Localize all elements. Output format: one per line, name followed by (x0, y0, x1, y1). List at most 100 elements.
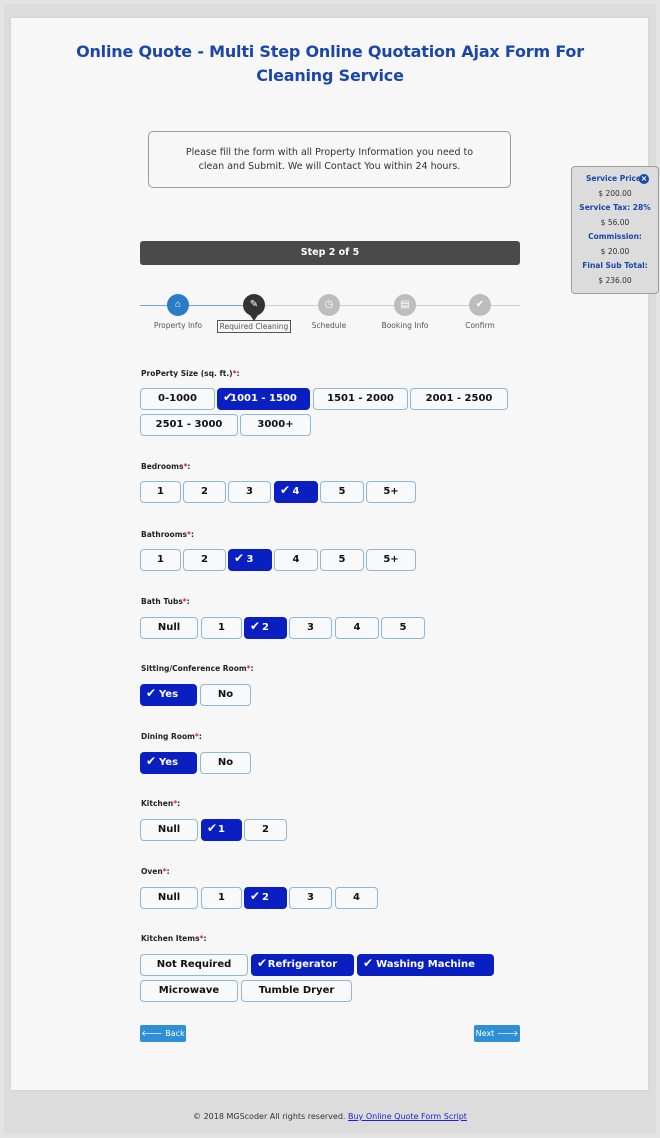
bedrooms-option[interactable]: 2 (183, 481, 226, 503)
option-label: 0-1000 (158, 393, 197, 404)
step-booking-info[interactable]: ▤ Booking Info (365, 294, 445, 330)
property-size-option[interactable]: ✔ 1001 - 1500 (217, 388, 310, 410)
kitchen-option[interactable]: 2 (244, 819, 287, 841)
option-label: No (217, 757, 234, 768)
footer: © 2018 MGScoder All rights reserved. Buy… (0, 1112, 660, 1121)
step-required-cleaning[interactable]: ✎ Required Cleaning (214, 294, 294, 334)
bathrooms-option[interactable]: ✔ 3 (228, 549, 272, 571)
bath-tubs-option[interactable]: 4 (335, 617, 379, 639)
bathrooms-option[interactable]: 4 (274, 549, 318, 571)
notice-text: Please fill the form with all Property I… (185, 146, 474, 172)
checkmark-icon: ✔ (363, 956, 374, 970)
label-text: Kitchen (141, 799, 174, 808)
label-colon: : (203, 934, 207, 943)
bath-tubs-option[interactable]: 1 (201, 617, 242, 639)
property-size-option[interactable]: 2001 - 2500 (410, 388, 508, 410)
option-label: Null (157, 622, 181, 633)
oven-option[interactable]: 3 (289, 887, 332, 909)
buy-script-link[interactable]: Buy Online Quote Form Script (348, 1112, 467, 1121)
bedrooms-option[interactable]: 5+ (366, 481, 416, 503)
label-colon: : (166, 867, 170, 876)
sitting-room-option[interactable]: No (200, 684, 251, 706)
option-label: 4 (353, 892, 360, 903)
bedrooms-option[interactable]: 5 (320, 481, 364, 503)
bath-tubs-label: Bath Tubs*: (141, 597, 190, 606)
step-confirm[interactable]: ✔ Confirm (440, 294, 520, 330)
id-card-icon: ▤ (394, 294, 416, 316)
label-text: Bathrooms (141, 530, 187, 539)
bath-tubs-option[interactable]: ✔ 2 (244, 617, 287, 639)
kitchen-items-option[interactable]: Tumble Dryer (241, 980, 352, 1002)
kitchen-items-option[interactable]: Not Required (140, 954, 248, 976)
dining-room-option[interactable]: No (200, 752, 251, 774)
option-label: 1001 - 1500 (230, 393, 297, 404)
copyright-text: © 2018 MGScoder All rights reserved. (193, 1112, 346, 1121)
close-circle-icon[interactable]: × (639, 174, 649, 184)
page-title: Online Quote - Multi Step Online Quotati… (76, 42, 584, 85)
bathrooms-option[interactable]: 2 (183, 549, 226, 571)
oven-option[interactable]: 1 (201, 887, 242, 909)
property-size-option[interactable]: 2501 - 3000 (140, 414, 238, 436)
bathrooms-option[interactable]: 5 (320, 549, 364, 571)
option-label: Not Required (156, 959, 232, 970)
option-label: 2 (262, 824, 269, 835)
step-progress: ⌂ Property Info ✎ Required Cleaning ◷ Sc… (140, 288, 520, 338)
dining-room-option[interactable]: ✔ Yes (140, 752, 197, 774)
bedrooms-option[interactable]: 3 (228, 481, 271, 503)
option-label: Microwave (158, 985, 220, 996)
step-label: Booking Info (381, 321, 429, 330)
option-label: 2 (201, 554, 208, 565)
checkmark-icon: ✔ (223, 390, 234, 404)
bathrooms-option[interactable]: 1 (140, 549, 181, 571)
next-button[interactable]: Next 🡒 (474, 1025, 520, 1042)
kitchen-option[interactable]: Null (140, 819, 198, 841)
property-size-label: ProPerty Size (sq. ft.)*: (141, 369, 240, 378)
option-label: 1 (218, 892, 225, 903)
kitchen-option[interactable]: ✔ 1 (201, 819, 242, 841)
kitchen-items-option[interactable]: ✔ Washing Machine (357, 954, 494, 976)
bath-tubs-option[interactable]: 3 (289, 617, 332, 639)
bedrooms-option[interactable]: ✔ 4 (274, 481, 318, 503)
oven-option[interactable]: 4 (335, 887, 378, 909)
checkmark-icon: ✔ (250, 889, 261, 903)
label-colon: : (190, 530, 194, 539)
brush-icon: ✎ (243, 294, 265, 321)
option-label: Null (157, 892, 181, 903)
checkmark-icon: ✔ (207, 821, 218, 835)
step-property-info[interactable]: ⌂ Property Info (138, 294, 218, 330)
property-size-option[interactable]: 0-1000 (140, 388, 215, 410)
bathrooms-option[interactable]: 5+ (366, 549, 416, 571)
label-text: Oven (141, 867, 163, 876)
bath-tubs-option[interactable]: 5 (381, 617, 425, 639)
sitting-room-label: Sitting/Conference Room*: (141, 664, 254, 673)
kitchen-items-option[interactable]: ✔ Refrigerator (251, 954, 354, 976)
option-label: 1 (218, 622, 225, 633)
checkmark-icon: ✔ (257, 956, 268, 970)
step-indicator-bar: Step 2 of 5 (140, 241, 520, 265)
option-label: 1 (157, 486, 164, 497)
dining-room-label: Dining Room*: (141, 732, 202, 741)
back-button[interactable]: 🡐 Back (140, 1025, 186, 1042)
step-label: Property Info (153, 321, 203, 330)
final-subtotal-value: $ 236.00 (598, 275, 632, 285)
price-summary-panel: × Service Price: $ 200.00 Service Tax: 2… (571, 166, 659, 294)
bath-tubs-option[interactable]: Null (140, 617, 198, 639)
option-label: 5 (338, 486, 346, 497)
label-text: Bath Tubs (141, 597, 183, 606)
option-label: 2 (262, 622, 269, 633)
property-size-option[interactable]: 1501 - 2000 (313, 388, 408, 410)
property-size-option[interactable]: 3000+ (240, 414, 311, 436)
bathrooms-label: Bathrooms*: (141, 530, 194, 539)
oven-label: Oven*: (141, 867, 170, 876)
option-label: 1 (218, 824, 225, 835)
check-icon: ✔ (469, 294, 491, 316)
kitchen-items-option[interactable]: Microwave (140, 980, 238, 1002)
step-schedule[interactable]: ◷ Schedule (289, 294, 369, 330)
bedrooms-label: Bedrooms*: (141, 462, 190, 471)
commission-label: Commission: (588, 232, 642, 241)
oven-option[interactable]: Null (140, 887, 198, 909)
bedrooms-option[interactable]: 1 (140, 481, 181, 503)
oven-option[interactable]: ✔ 2 (244, 887, 287, 909)
checkmark-icon: ✔ (250, 619, 261, 633)
sitting-room-option[interactable]: ✔ Yes (140, 684, 197, 706)
